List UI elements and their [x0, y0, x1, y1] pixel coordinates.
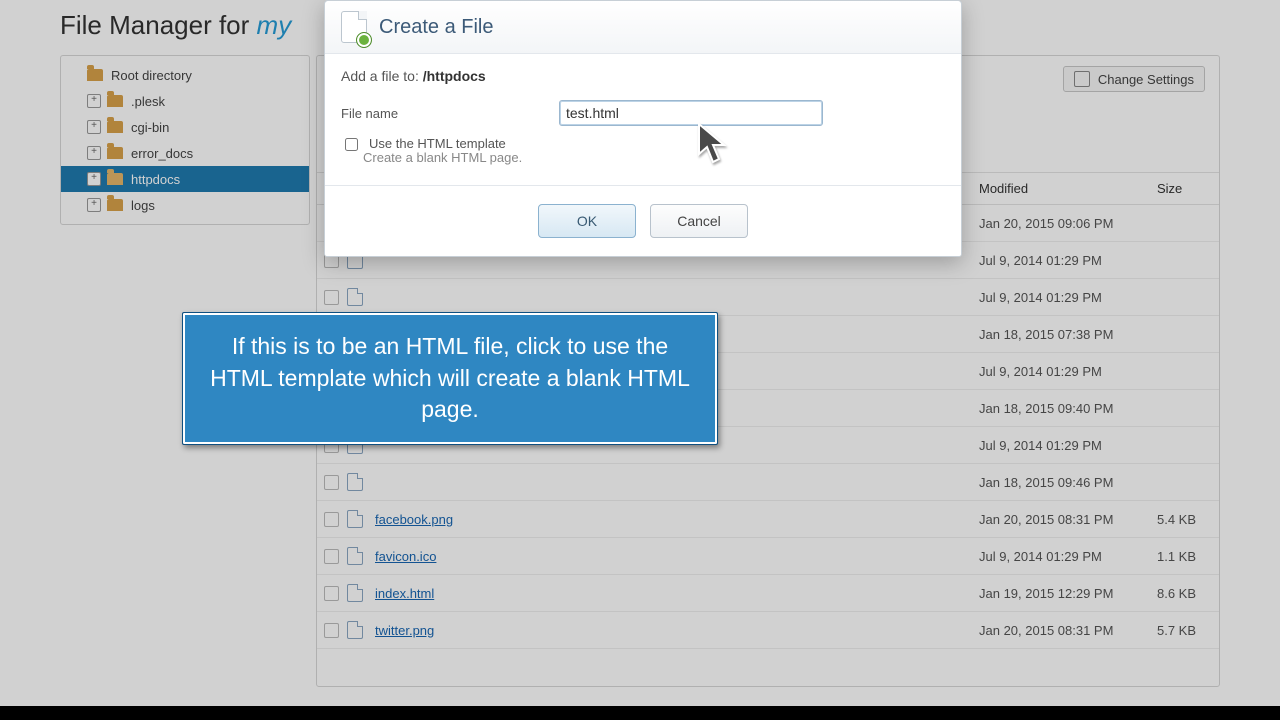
create-file-dialog: Create a File Add a file to: /httpdocs F…	[324, 0, 962, 257]
bottom-bar	[0, 706, 1280, 720]
use-html-template-checkbox[interactable]	[345, 138, 358, 151]
dialog-title-bar: Create a File	[325, 1, 961, 54]
dialog-title: Create a File	[379, 16, 494, 39]
filename-input[interactable]	[559, 100, 823, 126]
filename-label: File name	[341, 106, 559, 121]
use-html-template-label: Use the HTML template	[369, 136, 506, 151]
dialog-path-prefix: Add a file to:	[341, 68, 423, 84]
dialog-path: /httpdocs	[423, 68, 486, 84]
use-html-template-sub: Create a blank HTML page.	[363, 150, 945, 165]
ok-button[interactable]: OK	[538, 204, 636, 238]
instruction-callout: If this is to be an HTML file, click to …	[182, 312, 718, 445]
new-file-icon	[341, 11, 367, 43]
cancel-button[interactable]: Cancel	[650, 204, 748, 238]
